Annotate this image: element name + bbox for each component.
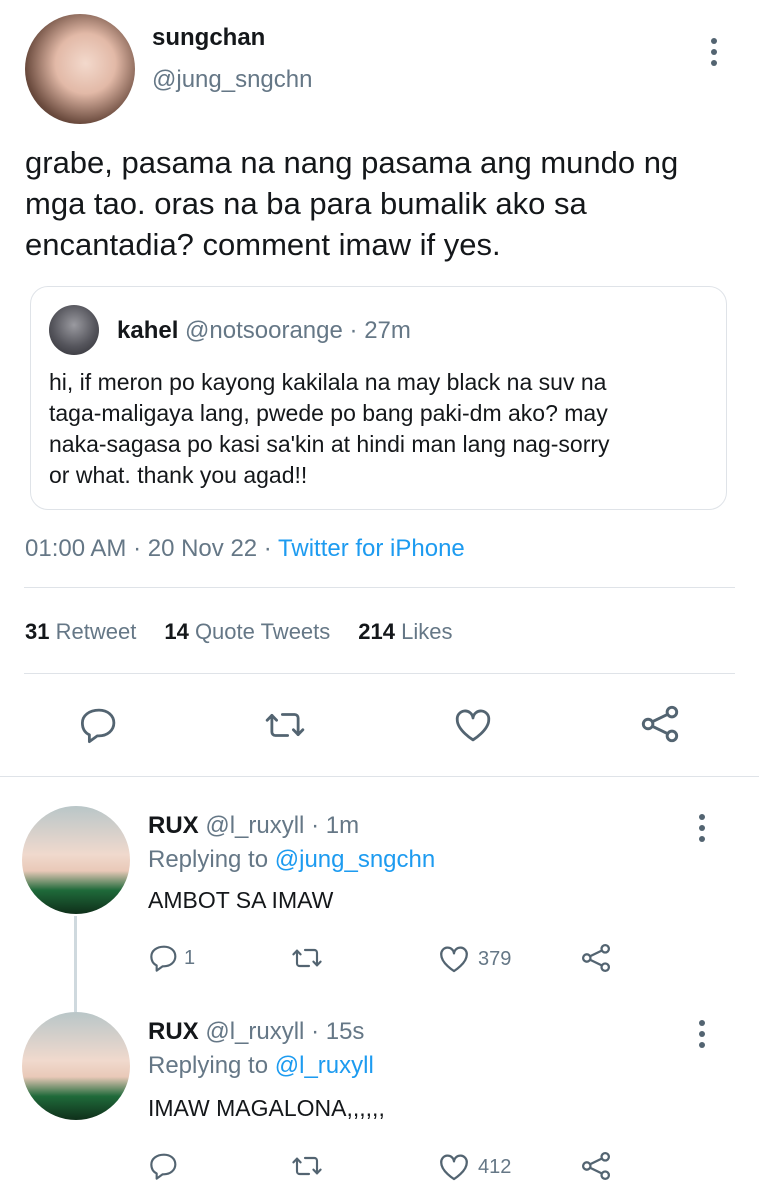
retweets-count: 31	[25, 619, 50, 644]
divider	[24, 673, 735, 674]
tweet-meta: 01:00 AM · 20 Nov 22 · Twitter for iPhon…	[25, 535, 465, 563]
quoted-tweet-card[interactable]: kahel @notsoorange · 27m hi, if meron po…	[30, 286, 727, 510]
tweet-source-link[interactable]: Twitter for iPhone	[278, 535, 465, 562]
tweet-text: grabe, pasama na nang pasama ang mundo n…	[25, 142, 745, 265]
reply-author-avatar[interactable]	[22, 1012, 130, 1120]
quoted-header: kahel @notsoorange · 27m	[117, 317, 411, 345]
retweet-action[interactable]	[290, 1150, 324, 1182]
reply-action[interactable]: 1	[148, 942, 195, 974]
quotes-count: 14	[164, 619, 189, 644]
reply-author-name[interactable]: RUX	[148, 812, 199, 839]
like-count: 379	[478, 947, 512, 970]
retweet-action[interactable]	[290, 942, 324, 974]
retweet-icon	[290, 1150, 324, 1182]
likes-count: 214	[358, 619, 395, 644]
reply-more-options-icon[interactable]	[698, 1020, 706, 1048]
replying-to-handle[interactable]: @l_ruxyll	[275, 1052, 374, 1079]
share-icon[interactable]	[638, 702, 682, 746]
share-icon[interactable]	[579, 941, 613, 975]
quotes-stat[interactable]: 14 Quote Tweets	[164, 619, 330, 645]
author-name[interactable]: sungchan	[152, 24, 265, 52]
retweet-icon[interactable]	[263, 704, 307, 746]
reply-header: RUX @l_ruxyll · 15s	[148, 1018, 364, 1046]
like-action[interactable]: 412	[436, 1150, 511, 1184]
reply-author-name[interactable]: RUX	[148, 1018, 199, 1045]
tweet-text-line: grabe, pasama na nang pasama ang mundo n…	[25, 145, 679, 180]
like-count: 412	[478, 1155, 512, 1178]
reply-icon	[148, 942, 180, 974]
share-icon[interactable]	[579, 1149, 613, 1183]
reply-more-options-icon[interactable]	[698, 814, 706, 842]
quoted-author-name: kahel	[117, 317, 179, 344]
reply-text: AMBOT SA IMAW	[148, 887, 334, 913]
thread-line	[74, 916, 77, 1012]
retweets-stat[interactable]: 31 Retweet	[25, 619, 136, 645]
likes-stat[interactable]: 214 Likes	[358, 619, 452, 645]
replying-to-handle[interactable]: @jung_sngchn	[275, 846, 435, 873]
like-action[interactable]: 379	[436, 942, 511, 976]
replying-to: Replying to @jung_sngchn	[148, 846, 435, 874]
quoted-time: · 27m	[349, 317, 411, 344]
tweet-text-line: encantadia? comment imaw if yes.	[25, 227, 501, 262]
replying-to-label: Replying to	[148, 1052, 275, 1079]
tweet-stats: 31 Retweet 14 Quote Tweets 214 Likes	[25, 619, 452, 645]
author-avatar[interactable]	[25, 14, 135, 124]
tweet-timestamp: 01:00 AM · 20 Nov 22 ·	[25, 535, 279, 562]
quoted-text-line: naka-sagasa po kasi sa'kin at hindi man …	[49, 431, 610, 457]
reply-action[interactable]	[148, 1150, 184, 1182]
reply-author-handle[interactable]: @l_ruxyll	[205, 1018, 304, 1045]
reply-author-avatar[interactable]	[22, 806, 130, 914]
reply-count: 1	[184, 946, 196, 969]
replying-to: Replying to @l_ruxyll	[148, 1052, 374, 1080]
reply-text: IMAW MAGALONA,,,,,,	[148, 1095, 385, 1121]
reply-icon[interactable]	[78, 704, 120, 746]
quotes-label: Quote Tweets	[194, 619, 331, 644]
reply-icon	[148, 1150, 180, 1182]
retweets-label: Retweet	[55, 619, 137, 644]
reply-author-handle[interactable]: @l_ruxyll	[205, 812, 304, 839]
author-handle[interactable]: @jung_sngchn	[152, 66, 312, 94]
more-options-icon[interactable]	[710, 38, 718, 66]
quoted-text-line: or what. thank you agad!!	[49, 462, 308, 488]
retweet-icon	[290, 942, 324, 974]
tweet-text-line: mga tao. oras na ba para bumalik ako sa	[25, 186, 587, 221]
quoted-text-line: taga-maligaya lang, pwede po bang paki-d…	[49, 400, 608, 426]
likes-label: Likes	[401, 619, 453, 644]
quoted-text: hi, if meron po kayong kakilala na may b…	[49, 367, 719, 491]
reply-header: RUX @l_ruxyll · 1m	[148, 812, 359, 840]
like-icon	[436, 1150, 472, 1184]
reply-time: · 1m	[311, 812, 360, 839]
section-divider	[0, 776, 759, 777]
replying-to-label: Replying to	[148, 846, 275, 873]
quoted-author-avatar	[49, 305, 99, 355]
quoted-text-line: hi, if meron po kayong kakilala na may b…	[49, 369, 607, 395]
like-icon	[436, 942, 472, 976]
like-icon[interactable]	[451, 704, 495, 746]
divider	[24, 587, 735, 588]
reply-time: · 15s	[311, 1018, 365, 1045]
quoted-author-handle: @notsoorange	[185, 317, 343, 344]
